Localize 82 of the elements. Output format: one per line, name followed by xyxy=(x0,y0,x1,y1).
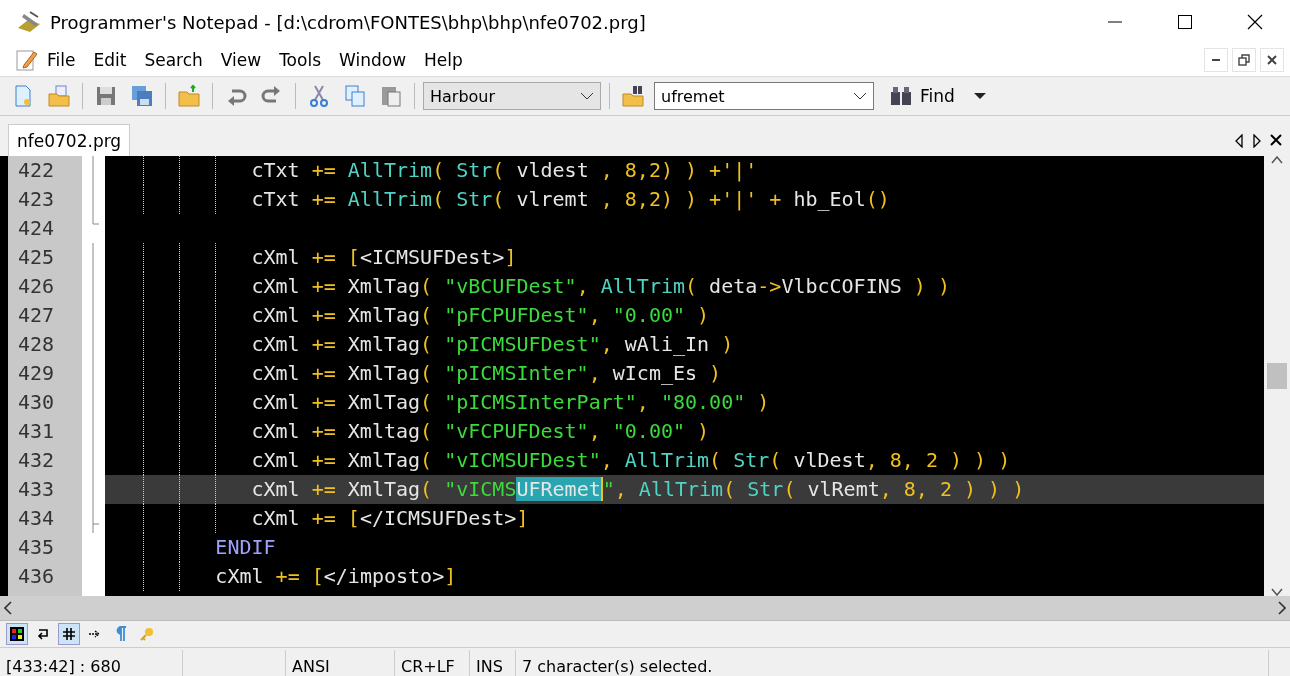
code-line: cXml += [</imposto>] xyxy=(105,562,1264,591)
next-tab-icon[interactable] xyxy=(1252,134,1262,148)
code-line: cXml += XmlTag( "pICMSInterPart", "80.00" ) xyxy=(105,388,1264,417)
menu-item[interactable]: File xyxy=(38,50,85,70)
dropdown-arrow-icon xyxy=(972,92,987,100)
line-number: 427 xyxy=(17,302,56,329)
code-line: cTxt += AllTrim( Str( vldest , 8,2) ) +'|' xyxy=(105,156,1264,185)
horizontal-scrollbar[interactable] xyxy=(0,596,1290,621)
line-number: 433 xyxy=(17,476,56,503)
close-tab-icon[interactable] xyxy=(1270,134,1282,146)
code-line: cXml += XmlTag( "vBCUFDest", AllTrim( deta->VlbcCOFINS ) ) xyxy=(105,272,1264,301)
close-button[interactable] xyxy=(1260,48,1284,72)
restore-icon xyxy=(1238,54,1250,66)
wrap-icon xyxy=(36,627,50,641)
view-toggle-button[interactable] xyxy=(58,623,80,645)
restore-button[interactable] xyxy=(1232,48,1256,72)
minimize-button[interactable] xyxy=(1204,48,1228,72)
copy-icon xyxy=(343,84,367,108)
scroll-up-icon[interactable] xyxy=(1271,156,1283,164)
menu-item[interactable]: Help xyxy=(415,50,472,70)
status-text: CR+LF xyxy=(401,656,455,676)
code-line: cXml += XmlTag( "pFCPUFDest", "0.00" ) xyxy=(105,301,1264,330)
view-toggle-button[interactable] xyxy=(6,623,28,645)
status-text: INS xyxy=(476,656,503,676)
line-number: 434 xyxy=(17,505,56,532)
maximize-icon xyxy=(1177,14,1193,30)
code-line: cXml += [<ICMSUFDest>] xyxy=(105,243,1264,272)
language-dropdown[interactable]: Harbour xyxy=(423,82,601,110)
code-line: cTxt += AllTrim( Str( vlremt , 8,2) ) +'|' + hb_Eol() xyxy=(105,185,1264,214)
line-number: 423 xyxy=(17,186,56,213)
scroll-right-icon[interactable] xyxy=(1278,601,1286,615)
status-text: 7 character(s) selected. xyxy=(522,656,713,676)
paste-icon xyxy=(379,84,403,108)
line-number: 428 xyxy=(17,331,56,358)
pencil-note-icon xyxy=(16,48,38,72)
find-button[interactable]: Find xyxy=(886,86,959,106)
vertical-scrollbar[interactable] xyxy=(1264,156,1290,596)
save-icon xyxy=(94,84,118,108)
line-number: 429 xyxy=(17,360,56,387)
status-text: ANSI xyxy=(292,656,330,676)
menu-item[interactable]: Edit xyxy=(84,50,136,70)
line-number: 424 xyxy=(17,215,56,242)
folder-icon xyxy=(177,84,201,108)
scroll-down-icon[interactable] xyxy=(1271,588,1283,596)
menu-item[interactable]: Search xyxy=(135,50,212,70)
open-folder-icon xyxy=(47,84,71,108)
line-number: 430 xyxy=(17,389,56,416)
menu-item[interactable]: Tools xyxy=(270,50,330,70)
previous-tab-icon[interactable] xyxy=(1234,134,1244,148)
hash-icon xyxy=(62,627,76,641)
status-text: [433:42] : 680 xyxy=(6,656,121,676)
minimize-icon xyxy=(1212,59,1220,61)
pilcrow-icon xyxy=(115,626,127,642)
key-icon xyxy=(140,627,154,641)
scroll-left-icon[interactable] xyxy=(4,601,12,615)
find-in-files-icon xyxy=(621,84,645,108)
line-number: 431 xyxy=(17,418,56,445)
scroll-thumb[interactable] xyxy=(1267,363,1287,389)
close-icon xyxy=(1247,14,1263,30)
code-line: ENDIF xyxy=(105,533,1264,562)
app-icon xyxy=(16,10,42,34)
line-number: 425 xyxy=(17,244,56,271)
menu-item[interactable]: Window xyxy=(330,50,416,70)
line-number: 422 xyxy=(17,157,56,184)
code-line: cXml += Xmltag( "vFCPUFDest", "0.00" ) xyxy=(105,417,1264,446)
color-grid-icon xyxy=(10,627,24,641)
code-line: cXml += XmlTag( "pICMSInter", wIcm_Es ) xyxy=(105,359,1264,388)
file-tab[interactable]: nfe0702.prg xyxy=(8,124,131,156)
line-number: 432 xyxy=(17,447,56,474)
save-all-icon xyxy=(130,84,154,108)
code-line: cXml += [</ICMSUFDest>] xyxy=(105,504,1264,533)
minimize-icon xyxy=(1108,21,1122,23)
line-number: 436 xyxy=(17,563,56,590)
line-number: 435 xyxy=(17,534,56,561)
binoculars-icon xyxy=(890,87,912,105)
menu-item[interactable]: View xyxy=(211,50,271,70)
window-title: Programmer's Notepad - [d:\cdrom\FONTES\bhp\bhp\nfe0702.prg] xyxy=(50,11,647,33)
cut-icon xyxy=(307,84,331,108)
search-field[interactable]: ufremet xyxy=(654,82,874,110)
close-icon xyxy=(1267,55,1277,65)
code-line: cXml += XmlTag( "pICMSUFDest", wAli_In ) xyxy=(105,330,1264,359)
line-number: 426 xyxy=(17,273,56,300)
